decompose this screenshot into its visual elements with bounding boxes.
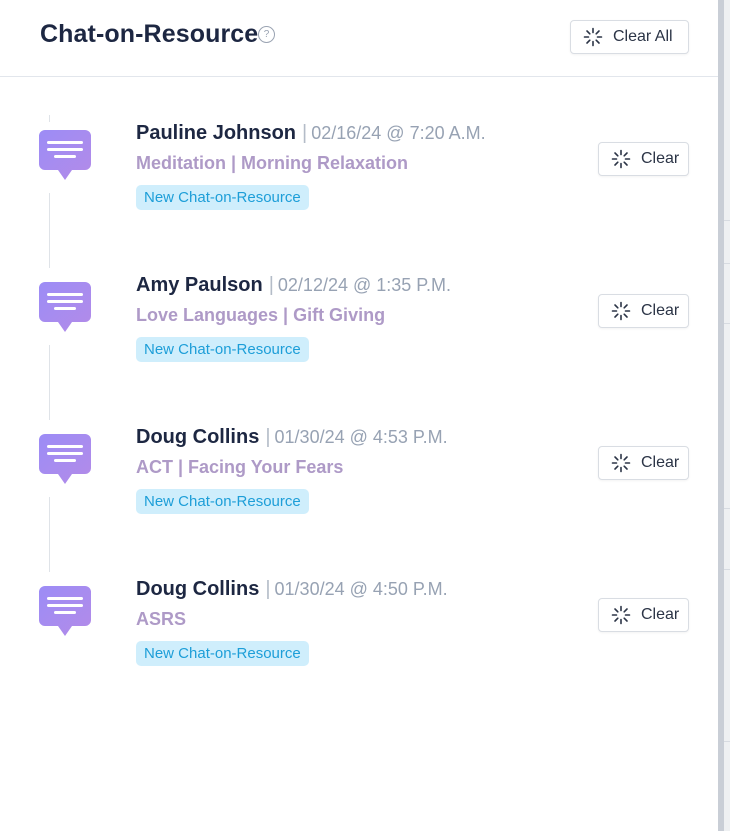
chat-on-resource-panel: Chat-on-Resource ? Clear All Pauline Joh… bbox=[0, 0, 718, 831]
clear-all-button[interactable]: Clear All bbox=[570, 20, 689, 54]
help-icon[interactable]: ? bbox=[258, 26, 275, 43]
resource-title[interactable]: Love Languages | Gift Giving bbox=[136, 305, 385, 326]
clear-button[interactable]: Clear bbox=[598, 446, 689, 480]
status-badge: New Chat-on-Resource bbox=[136, 489, 309, 514]
chat-bubble-icon bbox=[39, 586, 91, 636]
spinner-icon bbox=[611, 453, 631, 473]
timestamp: 01/30/24 @ 4:50 P.M. bbox=[274, 579, 448, 599]
clear-label: Clear bbox=[641, 454, 680, 471]
user-name: Doug Collins | 01/30/24 @ 4:53 P.M. bbox=[136, 426, 448, 448]
spinner-icon bbox=[611, 149, 631, 169]
chat-bubble-icon bbox=[39, 282, 91, 332]
resource-title[interactable]: Meditation | Morning Relaxation bbox=[136, 153, 408, 174]
clear-label: Clear bbox=[641, 150, 680, 167]
resource-title[interactable]: ASRS bbox=[136, 609, 186, 630]
timestamp: 02/16/24 @ 7:20 A.M. bbox=[311, 123, 486, 143]
spinner-icon bbox=[611, 301, 631, 321]
spinner-icon bbox=[583, 27, 603, 47]
panel-header: Chat-on-Resource ? Clear All bbox=[0, 0, 718, 77]
clear-button[interactable]: Clear bbox=[598, 142, 689, 176]
clear-button[interactable]: Clear bbox=[598, 598, 689, 632]
chat-bubble-icon bbox=[39, 434, 91, 484]
clear-button[interactable]: Clear bbox=[598, 294, 689, 328]
user-name: Pauline Johnson | 02/16/24 @ 7:20 A.M. bbox=[136, 122, 486, 144]
timestamp: 02/12/24 @ 1:35 P.M. bbox=[277, 275, 451, 295]
status-badge: New Chat-on-Resource bbox=[136, 337, 309, 362]
clear-label: Clear bbox=[641, 606, 680, 623]
user-name: Amy Paulson | 02/12/24 @ 1:35 P.M. bbox=[136, 274, 451, 296]
list-item: Amy Paulson | 02/12/24 @ 1:35 P.M. Love La… bbox=[0, 274, 718, 426]
timeline-connector bbox=[49, 115, 50, 122]
chat-bubble-icon bbox=[39, 130, 91, 180]
clear-all-label: Clear All bbox=[613, 28, 673, 45]
list-item: Doug Collins | 01/30/24 @ 4:50 P.M. ASRS N… bbox=[0, 578, 718, 730]
clear-label: Clear bbox=[641, 302, 680, 319]
list-item: Doug Collins | 01/30/24 @ 4:53 P.M. ACT | … bbox=[0, 426, 718, 578]
status-badge: New Chat-on-Resource bbox=[136, 185, 309, 210]
spinner-icon bbox=[611, 605, 631, 625]
list-item: Pauline Johnson | 02/16/24 @ 7:20 A.M. Med… bbox=[0, 122, 718, 274]
user-name: Doug Collins | 01/30/24 @ 4:50 P.M. bbox=[136, 578, 448, 600]
page-title: Chat-on-Resource bbox=[40, 20, 259, 48]
timestamp: 01/30/24 @ 4:53 P.M. bbox=[274, 427, 448, 447]
status-badge: New Chat-on-Resource bbox=[136, 641, 309, 666]
background-panel-edge bbox=[718, 0, 730, 831]
resource-title[interactable]: ACT | Facing Your Fears bbox=[136, 457, 343, 478]
